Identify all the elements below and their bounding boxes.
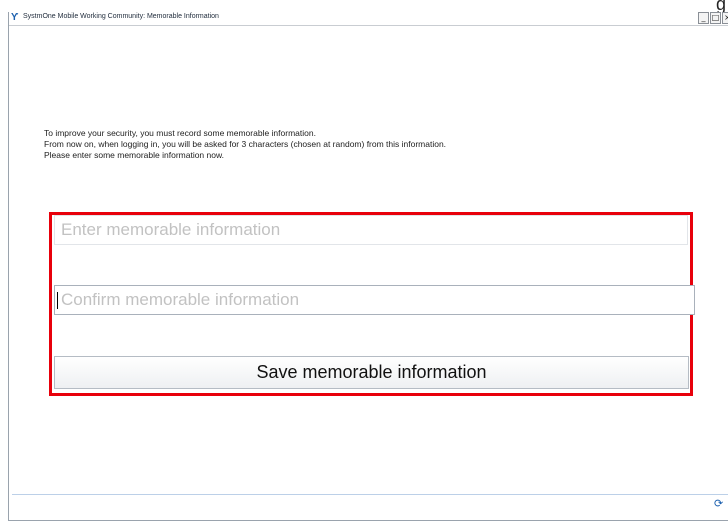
text-caret <box>57 292 58 309</box>
app-icon: Ƴ <box>11 12 19 23</box>
minimize-button[interactable]: _ <box>698 12 709 24</box>
confirm-memorable-information-field[interactable] <box>54 285 695 315</box>
intro-line-3: Please enter some memorable information … <box>44 150 225 160</box>
intro-text: To improve your security, you must recor… <box>44 128 446 161</box>
status-bar-divider <box>12 494 728 495</box>
maximize-button[interactable]: □ <box>710 12 721 24</box>
window-title: SystmOne Mobile Working Community: Memor… <box>23 13 219 20</box>
window-controls: _ □ × <box>697 12 728 24</box>
save-memorable-information-button[interactable]: Save memorable information <box>54 356 689 389</box>
intro-line-2: From now on, when logging in, you will b… <box>44 139 447 149</box>
intro-line-1: To improve your security, you must recor… <box>44 128 316 138</box>
refresh-icon[interactable]: ⟳ <box>714 498 726 510</box>
memorable-information-field[interactable] <box>54 215 688 245</box>
close-button[interactable]: × <box>722 12 728 24</box>
title-bar: Ƴ SystmOne Mobile Working Community: Mem… <box>9 12 728 26</box>
